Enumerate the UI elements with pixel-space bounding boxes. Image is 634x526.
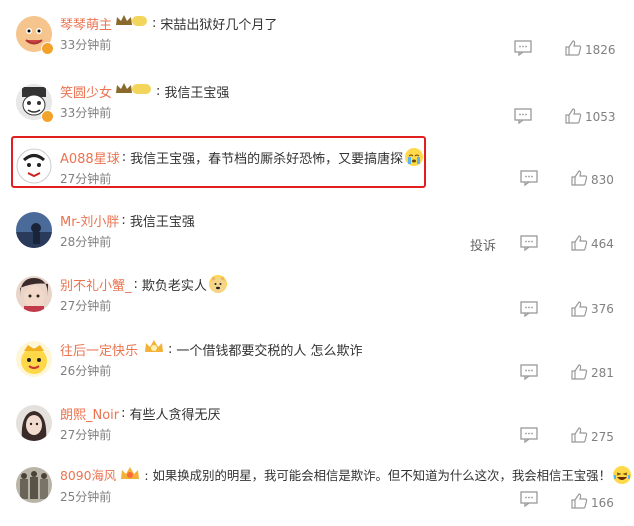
- avatar[interactable]: [16, 148, 52, 184]
- comment-row: 朗熙_Noir : 有些人贪得无厌 27分钟前 275: [0, 402, 634, 462]
- separator: :: [133, 276, 138, 292]
- like-icon[interactable]: [564, 39, 582, 57]
- laughing-emoji-icon: [612, 466, 631, 484]
- avatar[interactable]: [16, 467, 52, 503]
- separator: :: [121, 405, 126, 421]
- username-link[interactable]: 朗熙_Noir: [60, 404, 119, 423]
- comment-icon[interactable]: [520, 301, 538, 317]
- avatar[interactable]: [16, 276, 52, 312]
- avatar[interactable]: [16, 341, 52, 377]
- separator: :: [144, 467, 149, 483]
- like-count: 1053: [585, 110, 616, 124]
- avatar[interactable]: [16, 212, 52, 248]
- comment-icon[interactable]: [520, 491, 538, 507]
- comment-text: 如果换成别的明星，我可能会相信是欺诈。但不知道为什么这次，我会相信王宝强！: [152, 468, 611, 483]
- doge-emoji-icon: [208, 275, 227, 293]
- crown-badge-icon: [144, 338, 164, 360]
- like-icon[interactable]: [570, 363, 588, 381]
- comment-icon[interactable]: [520, 427, 538, 443]
- comment-row: 琴琴萌主 : 宋喆出狱好几个月了 33分钟前 1826: [0, 12, 634, 72]
- like-icon[interactable]: [570, 492, 588, 510]
- comment-row: 8090海风 : 如果换成别的明星，我可能会相信是欺诈。但不知道为什么这次，我会…: [0, 464, 634, 524]
- like-icon[interactable]: [570, 169, 588, 187]
- crown-badge-icon: [120, 465, 140, 486]
- avatar[interactable]: [16, 405, 52, 441]
- like-count: 166: [591, 496, 614, 510]
- username-link[interactable]: 往后一定快乐: [60, 340, 138, 359]
- separator: :: [121, 212, 126, 228]
- timestamp: 33分钟前: [60, 38, 112, 52]
- comment-icon[interactable]: [514, 40, 532, 56]
- comment-text: 我信王宝强: [164, 85, 230, 101]
- comment-icon[interactable]: [514, 108, 532, 124]
- like-icon[interactable]: [570, 300, 588, 318]
- separator: :: [156, 83, 161, 99]
- comment-icon[interactable]: [520, 364, 538, 380]
- username-link[interactable]: 笑圆少女: [60, 82, 112, 101]
- timestamp: 27分钟前: [60, 428, 112, 442]
- comment-text: 一个借钱都要交税的人 怎么欺诈: [176, 343, 363, 359]
- comment-text: 我信王宝强，春节档的厮杀好恐怖，又要搞唐探: [130, 151, 404, 167]
- username-link[interactable]: 别不礼小蟹_: [60, 275, 132, 294]
- comment-icon[interactable]: [520, 235, 538, 251]
- comment-row: 往后一定快乐 : 一个借钱都要交税的人 怎么欺诈 26分钟前 281: [0, 338, 634, 398]
- comment-row: A088星球 : 我信王宝强，春节档的厮杀好恐怖，又要搞唐探 27分钟前 830: [0, 146, 634, 206]
- timestamp: 28分钟前: [60, 235, 112, 249]
- comment-icon[interactable]: [520, 170, 538, 186]
- verified-icon: [41, 110, 54, 123]
- crown-badge-icon: [114, 81, 152, 101]
- crying-emoji-icon: [405, 148, 424, 166]
- timestamp: 27分钟前: [60, 299, 112, 313]
- verified-icon: [41, 42, 54, 55]
- like-icon[interactable]: [564, 107, 582, 125]
- crown-badge-icon: [114, 13, 148, 33]
- like-count: 281: [591, 366, 614, 380]
- timestamp: 25分钟前: [60, 490, 112, 504]
- comment-text: 宋喆出狱好几个月了: [160, 17, 278, 33]
- like-icon[interactable]: [570, 234, 588, 252]
- username-link[interactable]: A088星球: [60, 148, 120, 167]
- comment-row: 笑圆少女 : 我信王宝强 33分钟前 1053: [0, 80, 634, 140]
- like-icon[interactable]: [570, 426, 588, 444]
- timestamp: 33分钟前: [60, 106, 112, 120]
- comment-row: Mr-刘小胖 : 我信王宝强 28分钟前 投诉 464: [0, 209, 634, 269]
- like-count: 275: [591, 430, 614, 444]
- like-count: 1826: [585, 43, 616, 57]
- timestamp: 26分钟前: [60, 364, 112, 378]
- comment-row: 别不礼小蟹_ : 欺负老实人 27分钟前 376: [0, 273, 634, 333]
- like-count: 376: [591, 302, 614, 316]
- separator: :: [168, 341, 173, 357]
- timestamp: 27分钟前: [60, 172, 112, 186]
- like-count: 464: [591, 237, 614, 251]
- comment-text: 我信王宝强: [129, 214, 195, 230]
- like-count: 830: [591, 173, 614, 187]
- separator: :: [121, 149, 127, 165]
- comment-text: 欺负老实人: [141, 278, 207, 294]
- report-link[interactable]: 投诉: [470, 235, 496, 254]
- username-link[interactable]: 8090海风: [60, 466, 116, 484]
- comment-text: 有些人贪得无厌: [129, 407, 221, 423]
- separator: :: [152, 15, 157, 31]
- username-link[interactable]: Mr-刘小胖: [60, 211, 119, 230]
- username-link[interactable]: 琴琴萌主: [60, 14, 112, 33]
